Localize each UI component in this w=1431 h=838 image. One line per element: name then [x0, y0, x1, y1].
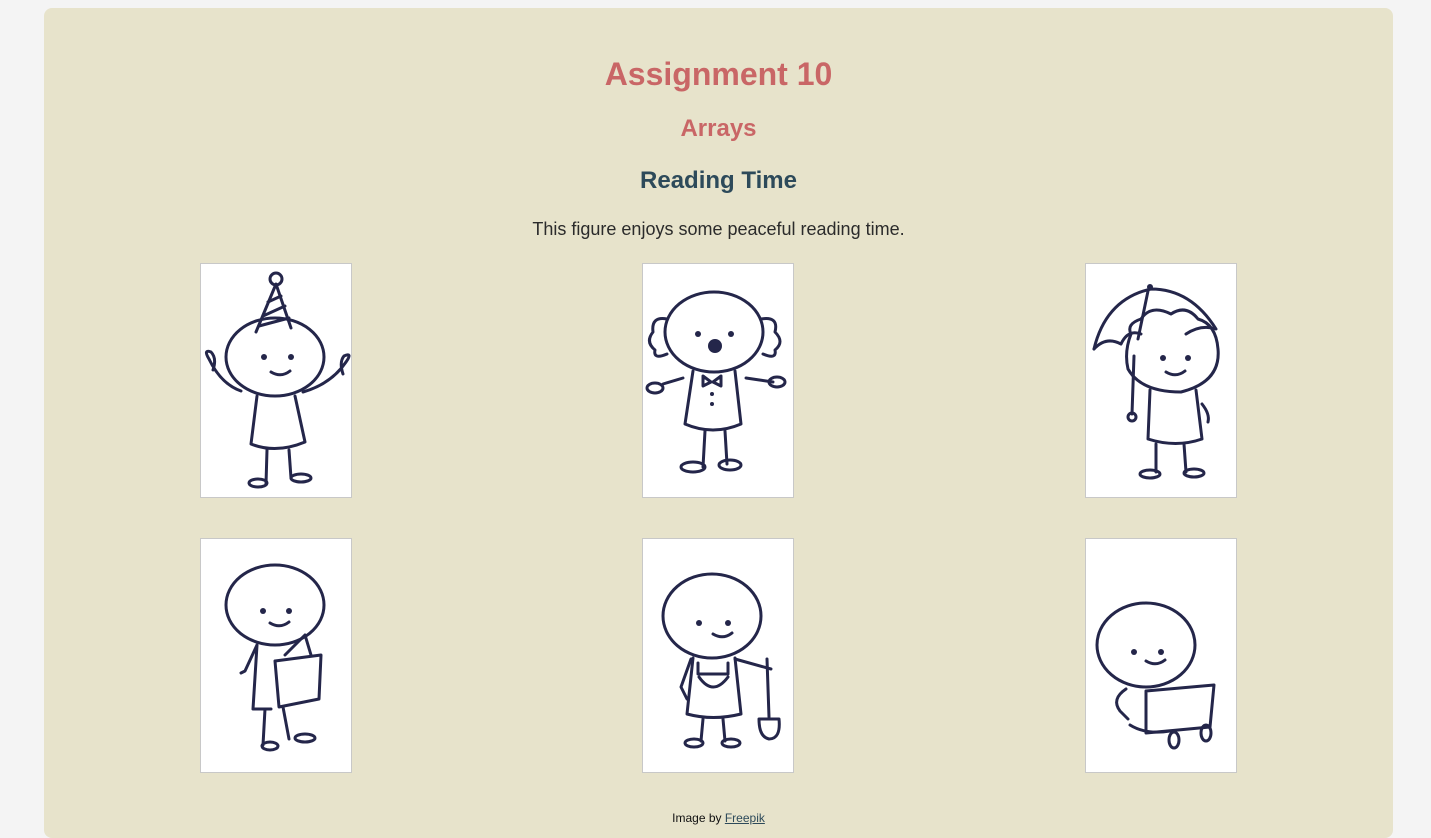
- laptop-figure-icon: [1095, 601, 1216, 750]
- figure-card-umbrella[interactable]: [1085, 263, 1237, 498]
- gardener-figure-icon: [661, 572, 781, 749]
- reading-figure-icon: [224, 563, 326, 752]
- figure-card-clown[interactable]: [642, 263, 794, 498]
- figure-card-reading[interactable]: [200, 538, 352, 773]
- figure-card-party[interactable]: [200, 263, 352, 498]
- section-title: Reading Time: [640, 167, 797, 194]
- party-hat-figure-icon: [204, 271, 351, 489]
- page-title: Assignment 10: [604, 56, 833, 92]
- content-panel: Assignment 10 Arrays Reading Time This f…: [44, 8, 1393, 838]
- umbrella-figure-icon: [1092, 284, 1220, 480]
- page-subtitle: Arrays: [680, 115, 757, 142]
- figure-card-laptop[interactable]: [1085, 538, 1237, 773]
- clown-figure-icon: [645, 290, 787, 474]
- figure-card-gardener[interactable]: [642, 538, 794, 773]
- figure-description: This figure enjoys some peaceful reading…: [532, 219, 905, 239]
